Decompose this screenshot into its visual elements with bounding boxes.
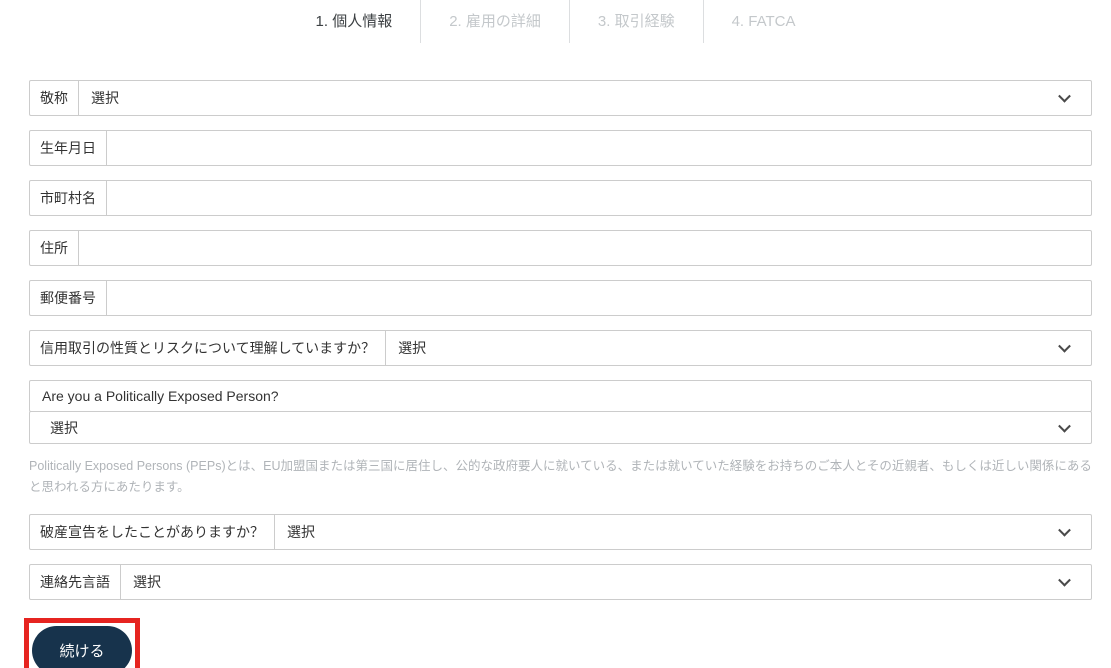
- highlight-annotation-box: 続ける: [24, 618, 140, 668]
- bankruptcy-row: 破産宣告をしたことがありますか？ 選択: [29, 514, 1092, 551]
- postal-code-row: 郵便番号: [29, 280, 1092, 316]
- pep-question-label: Are you a Politically Exposed Person?: [29, 380, 1092, 412]
- title-select[interactable]: 選択: [79, 81, 1091, 115]
- postal-code-label: 郵便番号: [30, 281, 107, 315]
- continue-button[interactable]: 続ける: [32, 626, 132, 668]
- pep-explanation-note: Politically Exposed Persons (PEPs)とは、EU加…: [29, 459, 1092, 494]
- contact-language-row: 連絡先言語 選択: [29, 564, 1092, 601]
- title-control: 選択: [79, 81, 1091, 115]
- address-label: 住所: [30, 231, 79, 265]
- bankruptcy-label: 破産宣告をしたことがありますか？: [30, 515, 275, 550]
- postal-code-input[interactable]: [107, 281, 1091, 315]
- city-label: 市町村名: [30, 181, 107, 215]
- pep-select[interactable]: 選択: [30, 412, 1091, 443]
- margin-risk-row: 信用取引の性質とリスクについて理解していますか？ 選択: [29, 330, 1092, 366]
- contact-language-control: 選択: [121, 565, 1091, 600]
- address-control: [79, 231, 1091, 265]
- birthdate-row: 生年月日: [29, 130, 1092, 166]
- postal-code-control: [107, 281, 1091, 315]
- pep-select-row: 選択: [29, 411, 1092, 444]
- personal-info-form: 敬称 選択 生年月日 市町村名 住所 郵便番号 信用取引の性質とリスクについて理…: [24, 80, 1092, 668]
- title-label: 敬称: [30, 81, 79, 115]
- birthdate-label: 生年月日: [30, 131, 107, 165]
- margin-risk-label: 信用取引の性質とリスクについて理解していますか？: [30, 331, 387, 365]
- pep-control: 選択: [30, 412, 1091, 443]
- step-employment-details: 2. 雇用の詳細: [421, 0, 570, 43]
- contact-language-label: 連絡先言語: [30, 565, 121, 600]
- progress-stepper: 1. 個人情報 2. 雇用の詳細 3. 取引経験 4. FATCA: [0, 0, 1111, 43]
- step-fatca: 4. FATCA: [731, 13, 796, 30]
- address-input[interactable]: [79, 231, 1091, 265]
- margin-risk-select[interactable]: 選択: [386, 331, 1091, 365]
- bankruptcy-select[interactable]: 選択: [275, 515, 1091, 550]
- city-input[interactable]: [107, 181, 1091, 215]
- title-row: 敬称 選択: [29, 80, 1092, 116]
- margin-risk-control: 選択: [386, 331, 1091, 365]
- birthdate-input[interactable]: [107, 131, 1091, 165]
- step-personal-info: 1. 個人情報: [288, 0, 422, 43]
- contact-language-select[interactable]: 選択: [121, 565, 1091, 600]
- address-row: 住所: [29, 230, 1092, 266]
- bankruptcy-control: 選択: [275, 515, 1091, 550]
- step-trading-experience: 3. 取引経験: [570, 0, 704, 43]
- city-control: [107, 181, 1091, 215]
- birthdate-control: [107, 131, 1091, 165]
- city-row: 市町村名: [29, 180, 1092, 216]
